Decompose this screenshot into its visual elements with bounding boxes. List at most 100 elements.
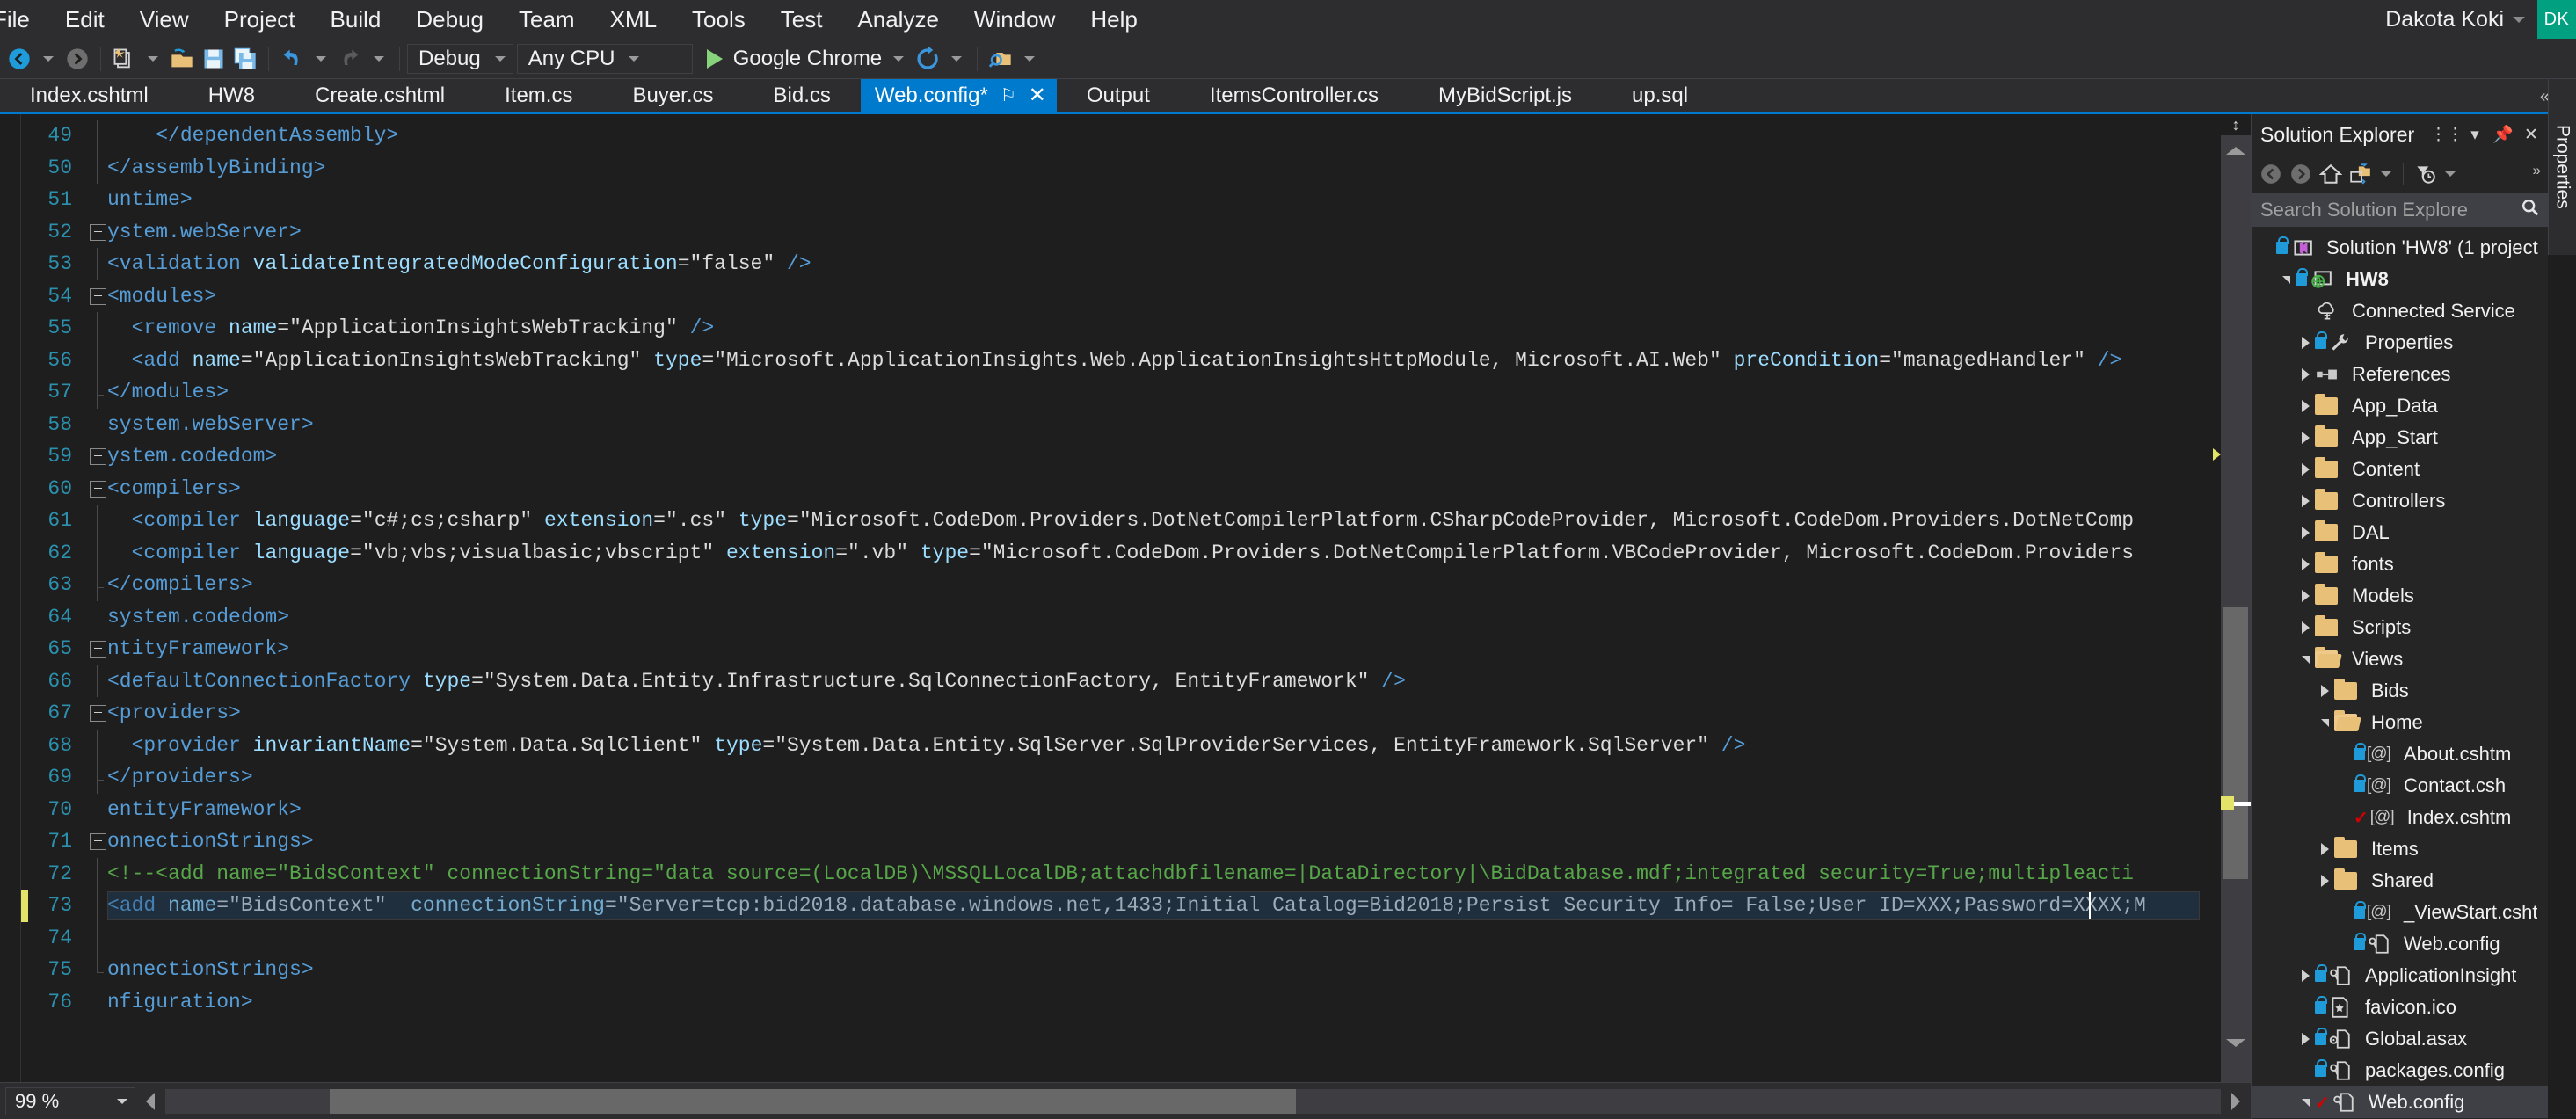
chevron-right-icon[interactable] <box>2296 485 2315 517</box>
menu-analyze[interactable]: Analyze <box>840 4 957 34</box>
tree-item-content[interactable]: Content <box>2252 454 2548 485</box>
home-icon[interactable] <box>2317 160 2345 188</box>
code-line[interactable]: 72 <!--<add name="BidsContext" connection… <box>21 857 2251 890</box>
tab-mybidscript-js[interactable]: MyBidScript.js <box>1408 79 1603 112</box>
chevron-down-icon[interactable] <box>117 1098 127 1104</box>
menu-test[interactable]: Test <box>763 4 840 34</box>
tab-hw8[interactable]: HW8 <box>178 79 286 112</box>
chevron-down-icon[interactable] <box>2445 171 2456 177</box>
back-icon[interactable] <box>2257 160 2285 188</box>
tree-item-properties[interactable]: Properties <box>2252 327 2548 359</box>
chevron-right-icon[interactable] <box>2315 833 2334 865</box>
find-dropdown-icon[interactable] <box>1024 55 1036 62</box>
menu-view[interactable]: View <box>122 4 207 34</box>
tree-item-web-config[interactable]: Web.config <box>2252 928 2548 960</box>
undo-icon[interactable] <box>276 42 308 76</box>
chevron-right-icon[interactable] <box>2296 327 2315 359</box>
chevron-right-icon[interactable] <box>2296 580 2315 612</box>
chevron-down-icon[interactable] <box>2276 264 2296 295</box>
code-line[interactable]: 50 </assemblyBinding> <box>21 151 2251 185</box>
platform-combobox[interactable]: Any CPU <box>516 43 693 74</box>
navigate-back-icon[interactable] <box>4 42 35 76</box>
code-line[interactable]: 55 <remove name="ApplicationInsightsWebT… <box>21 312 2251 345</box>
tab-buyer-cs[interactable]: Buyer.cs <box>602 79 744 112</box>
find-in-files-icon[interactable] <box>985 42 1016 76</box>
code-line[interactable]: 62 <compiler language="vb;vbs;visualbasi… <box>21 536 2251 569</box>
tree-item-app-start[interactable]: App_Start <box>2252 422 2548 454</box>
navigate-forward-icon[interactable] <box>62 42 93 76</box>
tree-item-index-cshtm[interactable]: ✓ [@] Index.cshtm <box>2252 802 2548 833</box>
tree-item-bids[interactable]: Bids <box>2252 675 2548 707</box>
tab-index-cshtml[interactable]: Index.cshtml <box>0 79 178 112</box>
code-line[interactable]: 60 <compilers> <box>21 473 2251 505</box>
avatar[interactable]: DK <box>2537 0 2576 39</box>
chevron-right-icon[interactable] <box>2315 865 2334 897</box>
code-line[interactable]: 57 </modules> <box>21 376 2251 409</box>
chevron-right-icon[interactable] <box>2296 960 2315 992</box>
tree-item-solution-hw8-1-project[interactable]: Solution 'HW8' (1 project <box>2252 232 2548 264</box>
toolbar-overflow-icon[interactable]: » <box>2533 162 2541 179</box>
tree-item-views[interactable]: Views <box>2252 643 2548 675</box>
zoom-combobox[interactable]: 99 % <box>5 1086 135 1115</box>
new-item-icon[interactable] <box>108 42 140 76</box>
tree-item-scripts[interactable]: Scripts <box>2252 612 2548 643</box>
back-dropdown-icon[interactable] <box>43 55 54 62</box>
tree-item--viewstart-csht[interactable]: [@] _ViewStart.csht <box>2252 897 2548 928</box>
pending-changes-filter-icon[interactable] <box>2411 160 2439 188</box>
forward-icon[interactable] <box>2287 160 2315 188</box>
code-line[interactable]: 61 <compiler language="c#;cs;csharp" ext… <box>21 505 2251 537</box>
tree-item-favicon-ico[interactable]: favicon.ico <box>2252 992 2548 1023</box>
menu-file[interactable]: File <box>0 4 47 34</box>
solution-tree[interactable]: Solution 'HW8' (1 project HW8 Connected Se… <box>2252 229 2548 1119</box>
editor-vertical-scrollbar[interactable]: ↕ <box>2221 114 2251 1082</box>
tree-item-web-config[interactable]: ✓ Web.config <box>2252 1086 2548 1118</box>
tree-item-references[interactable]: References <box>2252 359 2548 390</box>
open-file-icon[interactable] <box>166 42 198 76</box>
new-item-dropdown-icon[interactable] <box>148 55 158 62</box>
tab-up-sql[interactable]: up.sql <box>1602 79 1719 112</box>
chevron-right-icon[interactable] <box>2296 549 2315 580</box>
tree-item-controllers[interactable]: Controllers <box>2252 485 2548 517</box>
tree-item-app-data[interactable]: App_Data <box>2252 390 2548 422</box>
menu-window[interactable]: Window <box>957 4 1073 34</box>
tab-bid-cs[interactable]: Bid.cs <box>743 79 861 112</box>
tree-item-contact-csh[interactable]: [@] Contact.csh <box>2252 770 2548 802</box>
code-line[interactable]: 64 system.codedom> <box>21 583 2251 634</box>
menu-project[interactable]: Project <box>207 4 313 34</box>
chevron-right-icon[interactable] <box>2296 422 2315 454</box>
refresh-dropdown-icon[interactable] <box>951 55 963 62</box>
tree-item-dal[interactable]: DAL <box>2252 517 2548 549</box>
chevron-down-icon[interactable] <box>2381 171 2391 177</box>
start-debug-button[interactable]: Google Chrome <box>696 42 885 76</box>
menu-help[interactable]: Help <box>1073 4 1154 34</box>
hscroll-right-button[interactable] <box>2221 1088 2251 1115</box>
split-view-handle-icon[interactable]: ↕ <box>2221 114 2251 135</box>
menu-tools[interactable]: Tools <box>674 4 763 34</box>
tree-item-hw8[interactable]: HW8 <box>2252 264 2548 295</box>
hscroll-left-button[interactable] <box>135 1088 165 1115</box>
scroll-down-button[interactable] <box>2221 1029 2251 1056</box>
pin-icon[interactable]: ⚐ <box>1001 84 1016 106</box>
code-line[interactable]: 53 <validation validateIntegratedModeConf… <box>21 248 2251 280</box>
tab-item-cs[interactable]: Item.cs <box>475 79 603 112</box>
save-icon[interactable] <box>198 42 229 76</box>
chevron-right-icon[interactable] <box>2315 675 2334 707</box>
code-line[interactable]: 58 system.webServer> <box>21 390 2251 441</box>
redo-icon[interactable] <box>334 42 366 76</box>
tree-item-global-asax[interactable]: Global.asax <box>2252 1023 2548 1055</box>
search-input[interactable] <box>2259 198 2515 222</box>
tree-item-packages-config[interactable]: packages.config <box>2252 1055 2548 1086</box>
tree-item-home[interactable]: Home <box>2252 707 2548 738</box>
chevron-down-icon[interactable] <box>2296 1086 2315 1118</box>
redo-dropdown-icon[interactable] <box>374 55 384 62</box>
menu-team[interactable]: Team <box>501 4 593 34</box>
code-line[interactable]: 73 <add name="BidsContext" connectionStri… <box>21 890 2251 922</box>
code-line[interactable]: 71 onnectionStrings> <box>21 825 2251 858</box>
user-account-area[interactable]: Dakota Koki DK <box>2385 0 2576 39</box>
chevron-down-icon[interactable] <box>494 55 506 62</box>
chevron-right-icon[interactable] <box>2296 359 2315 390</box>
undo-dropdown-icon[interactable] <box>316 55 326 62</box>
menu-xml[interactable]: XML <box>593 4 674 34</box>
menu-edit[interactable]: Edit <box>47 4 122 34</box>
tree-item-fonts[interactable]: fonts <box>2252 549 2548 580</box>
